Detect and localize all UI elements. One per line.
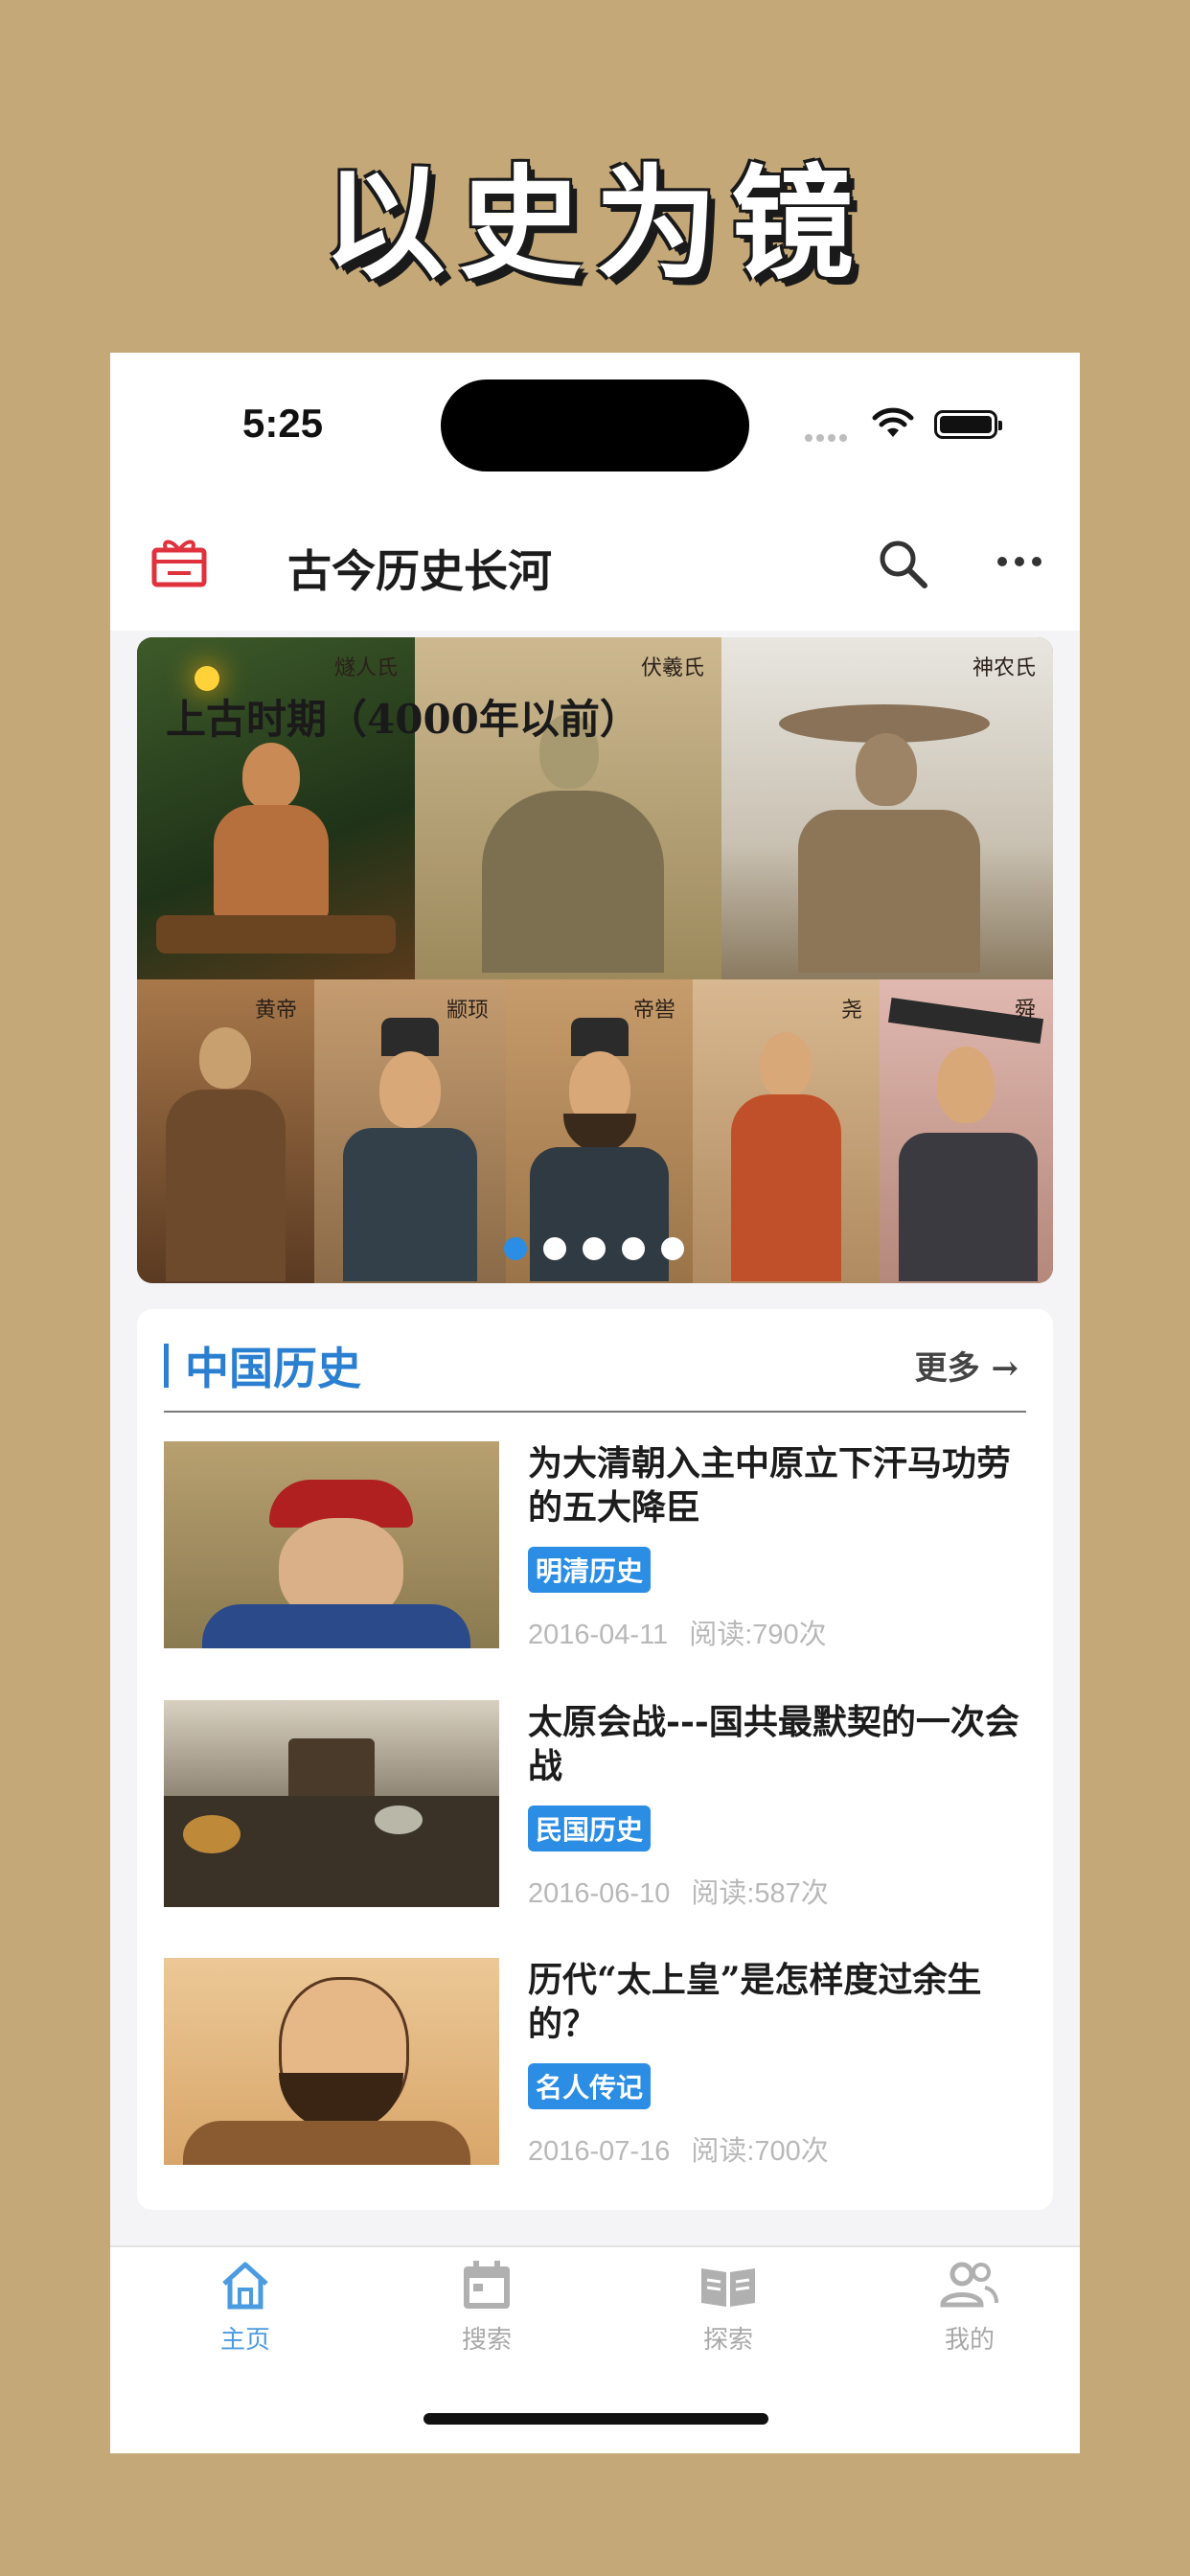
- article-date: 2016-04-11: [528, 1620, 669, 1650]
- article-reads: 阅读:700次: [691, 2136, 829, 2167]
- article-date: 2016-07-16: [528, 2136, 671, 2167]
- article-item[interactable]: 历代“太上皇”是怎样度过余生的？ 名人传记 2016-07-16 阅读:700次: [164, 1958, 1026, 2169]
- signal-dots-icon: [805, 427, 851, 446]
- article-meta: 2016-06-10 阅读:587次: [528, 1871, 850, 1911]
- carousel-pagination[interactable]: [504, 1237, 700, 1264]
- banner-figure-tile: 黄帝: [137, 979, 314, 1283]
- tab-label: 搜索: [461, 2326, 512, 2355]
- users-icon: [940, 2262, 998, 2308]
- home-icon: [222, 2262, 268, 2310]
- home-indicator: [423, 2413, 768, 2425]
- tab-profile[interactable]: 我的: [898, 2259, 1041, 2356]
- article-title: 太原会战---国共最默契的一次会战: [528, 1702, 1019, 1786]
- status-time: 5:25: [242, 401, 324, 446]
- tab-label: 主页: [219, 2326, 270, 2355]
- figure-label: 燧人氏: [333, 656, 398, 680]
- tab-explore[interactable]: 探索: [656, 2259, 800, 2356]
- section-divider: [164, 1411, 1026, 1413]
- figure-label: 舜: [1014, 999, 1036, 1023]
- article-title: 历代“太上皇”是怎样度过余生的？: [528, 1960, 982, 2044]
- promo-title: 以史为镜: [322, 152, 867, 296]
- tab-label: 我的: [944, 2326, 995, 2355]
- category-tag: 民国历史: [528, 1806, 652, 1852]
- book-icon: [701, 2268, 755, 2307]
- history-section-card: 中国历史 更多 → 为大清朝入主中原立下汗马功劳的五大降臣 明清历史 2016-…: [137, 1309, 1053, 2210]
- figure-label: 伏羲氏: [640, 656, 704, 680]
- article-item[interactable]: 为大清朝入主中原立下汗马功劳的五大降臣 明清历史 2016-04-11 阅读:79…: [164, 1441, 1026, 1652]
- battery-icon: [934, 410, 1002, 439]
- article-date: 2016-06-10: [528, 1878, 671, 1909]
- banner-figure-tile: 舜: [880, 979, 1053, 1283]
- section-accent-bar: [164, 1344, 169, 1388]
- banner-figure-tile: 颛顼: [314, 979, 506, 1283]
- banner-figure-tile: 神农氏: [721, 637, 1053, 979]
- article-title: 为大清朝入主中原立下汗马功劳的五大降臣: [528, 1443, 1012, 1528]
- dynamic-island: [441, 380, 749, 472]
- search-icon[interactable]: [877, 538, 930, 595]
- carousel-dot[interactable]: [661, 1237, 684, 1260]
- article-item[interactable]: 太原会战---国共最默契的一次会战 民国历史 2016-06-10 阅读:587次: [164, 1700, 1026, 1911]
- article-thumbnail: [164, 1700, 499, 1907]
- banner-carousel[interactable]: 燧人氏 伏羲氏 神农氏 黄帝 颛顼 帝喾 尧 舜 上古时期（4000年以前）: [137, 637, 1053, 1283]
- category-tag: 明清历史: [528, 1547, 652, 1593]
- section-title: 中国历史: [185, 1343, 361, 1394]
- phone-screen: 5:25 古今历史长河 燧人氏 伏羲氏 神农氏 黄帝 颛顼 帝喾 尧 舜 上古时…: [110, 353, 1080, 2453]
- banner-figure-tile: 尧: [693, 979, 880, 1283]
- article-meta: 2016-04-11 阅读:790次: [528, 1612, 848, 1652]
- figure-label: 神农氏: [972, 656, 1036, 680]
- nav-title: 古今历史长河: [287, 545, 552, 597]
- carousel-dot[interactable]: [543, 1237, 566, 1260]
- article-thumbnail: [164, 1958, 499, 2165]
- carousel-dot[interactable]: [583, 1237, 606, 1260]
- gift-icon[interactable]: [150, 535, 208, 592]
- article-thumbnail: [164, 1441, 499, 1648]
- category-tag: 名人传记: [528, 2063, 652, 2109]
- article-meta: 2016-07-16 阅读:700次: [528, 2128, 850, 2169]
- banner-caption: 上古时期（4000年以前）: [166, 696, 640, 743]
- calendar-icon: [464, 2261, 510, 2309]
- figure-label: 帝喾: [632, 999, 675, 1023]
- figure-label: 黄帝: [254, 999, 297, 1023]
- article-reads: 阅读:790次: [689, 1620, 827, 1650]
- carousel-dot[interactable]: [622, 1237, 645, 1260]
- carousel-dot[interactable]: [504, 1237, 527, 1260]
- figure-label: 尧: [840, 999, 862, 1023]
- more-link[interactable]: 更多 →: [915, 1342, 1018, 1389]
- tab-search[interactable]: 搜索: [415, 2259, 559, 2356]
- article-reads: 阅读:587次: [691, 1878, 829, 1909]
- figure-label: 颛顼: [446, 999, 489, 1023]
- tab-label: 探索: [702, 2326, 753, 2355]
- more-icon[interactable]: [996, 554, 1042, 572]
- wifi-icon: [872, 406, 914, 445]
- tab-home[interactable]: 主页: [173, 2259, 317, 2356]
